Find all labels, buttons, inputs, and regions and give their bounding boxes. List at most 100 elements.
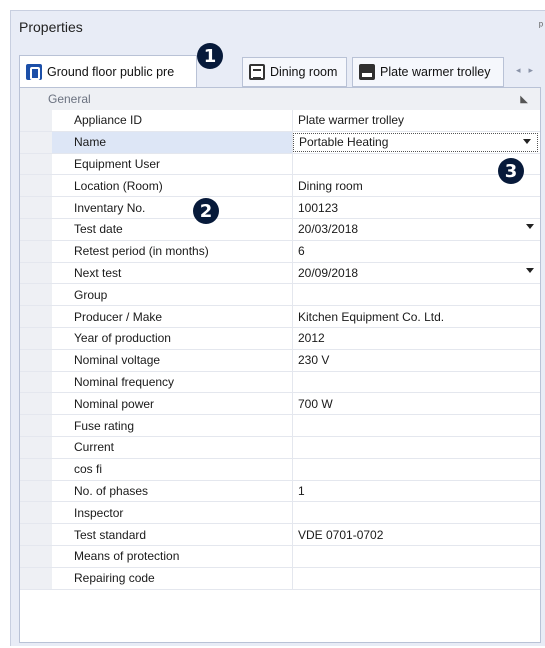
row-gutter <box>20 567 52 589</box>
property-row[interactable]: Test date 20/03/2018 <box>20 218 540 241</box>
row-gutter <box>20 349 52 371</box>
row-gutter <box>20 175 52 197</box>
property-row[interactable]: Test standard VDE 0701-0702 <box>20 524 540 546</box>
property-row[interactable]: Appliance ID Plate warmer trolley <box>20 110 540 132</box>
chevron-down-icon[interactable] <box>526 223 534 229</box>
row-gutter <box>20 110 52 131</box>
property-row[interactable]: Retest period (in months) 6 <box>20 240 540 263</box>
tab-scroll-right-icon[interactable]: ▸ <box>528 65 541 75</box>
property-value: 1 <box>298 483 305 498</box>
grid-empty-area <box>20 589 540 624</box>
chevron-down-icon[interactable] <box>526 267 534 273</box>
property-value-field[interactable]: VDE 0701-0702 <box>293 524 540 545</box>
property-value: 700 W <box>298 396 333 411</box>
property-row[interactable]: Inventary No. 100123 <box>20 197 540 219</box>
trolley-icon <box>359 64 375 80</box>
tab-dining-room[interactable]: Dining room <box>242 57 347 87</box>
property-name: Test date <box>52 218 293 240</box>
property-row[interactable]: Year of production 2012 <box>20 327 540 350</box>
property-row[interactable]: Repairing code <box>20 567 540 590</box>
property-rows: Appliance ID Plate warmer trolley Name Port… <box>20 110 540 590</box>
row-gutter <box>20 327 52 349</box>
property-row[interactable]: Nominal voltage 230 V <box>20 349 540 372</box>
property-row[interactable]: Nominal power 700 W <box>20 393 540 416</box>
row-gutter <box>20 436 52 458</box>
property-value-field[interactable] <box>293 415 540 436</box>
property-name: Group <box>52 284 293 306</box>
row-gutter <box>20 197 52 218</box>
property-name: No. of phases <box>52 480 293 502</box>
building-icon <box>26 63 42 80</box>
chevron-down-icon[interactable] <box>523 138 531 144</box>
document-icon <box>249 64 265 80</box>
property-name: Location (Room) <box>52 175 293 197</box>
property-name: Fuse rating <box>52 415 293 436</box>
property-value-dropdown[interactable]: 20/09/2018 <box>293 263 540 284</box>
property-value-field[interactable] <box>293 502 540 523</box>
property-value-field[interactable]: Kitchen Equipment Co. Ltd. <box>293 306 540 327</box>
property-name: Inventary No. <box>52 197 293 218</box>
property-row[interactable]: cos fi <box>20 458 540 481</box>
row-gutter <box>20 393 52 415</box>
row-gutter <box>20 284 52 306</box>
property-value-field[interactable]: Plate warmer trolley <box>293 110 540 131</box>
group-header-general[interactable]: General ◣ <box>20 88 540 110</box>
property-value: 230 V <box>298 353 330 368</box>
property-value-field[interactable]: 100123 <box>293 197 540 218</box>
row-gutter <box>20 153 52 175</box>
row-gutter <box>20 371 52 393</box>
pin-icon[interactable]: ᵖ <box>539 20 543 32</box>
property-row[interactable]: Equipment User <box>20 153 540 176</box>
property-row[interactable]: Nominal frequency <box>20 371 540 394</box>
row-gutter <box>20 480 52 502</box>
row-gutter <box>20 524 52 545</box>
property-name: Producer / Make <box>52 306 293 327</box>
tab-scroll-arrows[interactable]: ◂▸ <box>516 65 541 76</box>
property-name: Year of production <box>52 327 293 349</box>
property-name: Nominal voltage <box>52 349 293 371</box>
property-value-field[interactable] <box>293 459 540 480</box>
tab-plate-warmer-trolley[interactable]: Plate warmer trolley <box>352 57 504 87</box>
collapse-icon[interactable]: ◣ <box>520 94 528 105</box>
tab-ground-floor[interactable]: Ground floor public pre <box>19 55 197 88</box>
callout-badge-3: 3 <box>498 158 524 184</box>
property-value: 100123 <box>298 200 339 215</box>
property-row[interactable]: No. of phases 1 <box>20 480 540 503</box>
property-value: Portable Heating <box>299 135 389 150</box>
callout-badge-1: 1 <box>197 43 223 69</box>
row-gutter <box>20 218 52 240</box>
property-value-dropdown[interactable]: 20/03/2018 <box>293 219 540 240</box>
property-value-dropdown[interactable]: Portable Heating <box>293 132 538 152</box>
property-row[interactable]: Next test 20/09/2018 <box>20 262 540 285</box>
property-value-field[interactable] <box>293 568 540 589</box>
panel-title: Properties <box>19 19 83 35</box>
property-value-field[interactable] <box>293 546 540 567</box>
property-value-field[interactable]: 6 <box>293 241 540 262</box>
property-value-field[interactable] <box>293 437 540 458</box>
property-value-field[interactable]: 230 V <box>293 350 540 371</box>
property-name: Inspector <box>52 502 293 524</box>
property-value-field[interactable]: 1 <box>293 481 540 502</box>
properties-panel: Properties ᵖ Ground floor public pre Din… <box>10 10 545 646</box>
property-name: cos fi <box>52 458 293 480</box>
property-row[interactable]: Producer / Make Kitchen Equipment Co. Ltd… <box>20 306 540 328</box>
property-row[interactable]: Location (Room) Dining room <box>20 175 540 198</box>
property-value-field[interactable] <box>293 284 540 305</box>
property-row[interactable]: Group <box>20 284 540 307</box>
property-row[interactable]: Current <box>20 436 540 459</box>
property-value: Kitchen Equipment Co. Ltd. <box>298 309 445 324</box>
property-value-field[interactable]: 2012 <box>293 328 540 349</box>
property-name: Retest period (in months) <box>52 240 293 262</box>
property-row[interactable]: Means of protection <box>20 545 540 568</box>
property-row[interactable]: Fuse rating <box>20 415 540 437</box>
property-name: Means of protection <box>52 545 293 567</box>
property-name: Equipment User <box>52 153 293 175</box>
property-name: Repairing code <box>52 567 293 589</box>
property-value-field[interactable]: 700 W <box>293 393 540 414</box>
property-row[interactable]: Name Portable Heating <box>20 131 540 154</box>
property-value-field[interactable] <box>293 372 540 393</box>
property-name: Appliance ID <box>52 110 293 131</box>
tab-label: Dining room <box>270 65 338 79</box>
tab-scroll-left-icon[interactable]: ◂ <box>516 65 529 75</box>
property-row[interactable]: Inspector <box>20 502 540 525</box>
